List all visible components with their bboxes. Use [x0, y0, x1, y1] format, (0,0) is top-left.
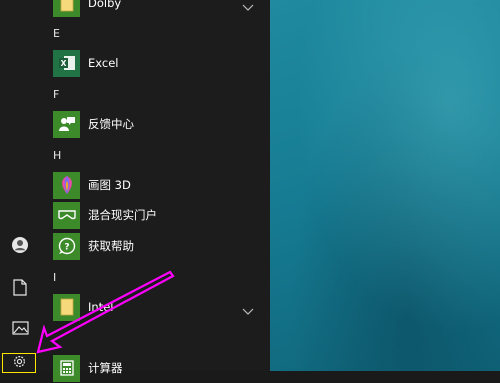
app-label: 混合现实门户	[88, 208, 157, 222]
folder-icon	[53, 293, 80, 321]
app-item-feedback-hub[interactable]: 反馈中心	[40, 109, 268, 139]
documents-button[interactable]	[6, 275, 34, 303]
excel-icon: X	[53, 49, 80, 77]
app-label: 计算器	[88, 361, 123, 375]
svg-text:?: ?	[64, 243, 69, 253]
app-list: Dolby E X Excel F 反馈中心 H 画图 3D 混合现实门户 ? …	[40, 0, 270, 382]
app-label: 画图 3D	[88, 178, 131, 192]
letter-header-f[interactable]: F	[53, 88, 59, 102]
documents-icon	[13, 278, 27, 300]
get-help-icon: ?	[53, 232, 80, 260]
app-label: 反馈中心	[88, 117, 134, 131]
pictures-button[interactable]	[6, 315, 34, 343]
calculator-icon	[53, 354, 80, 382]
start-menu: Dolby E X Excel F 反馈中心 H 画图 3D 混合现实门户 ? …	[0, 0, 270, 382]
app-label: Excel	[88, 56, 119, 70]
app-item-paint-3d[interactable]: 画图 3D	[40, 170, 268, 200]
chevron-down-icon[interactable]	[242, 0, 254, 11]
feedback-hub-icon	[53, 110, 80, 138]
settings-icon	[12, 354, 27, 373]
settings-button[interactable]	[2, 353, 36, 373]
app-item-get-help[interactable]: ? 获取帮助	[40, 231, 268, 261]
app-item-excel[interactable]: X Excel	[40, 48, 268, 78]
letter-header-h[interactable]: H	[53, 149, 61, 163]
chevron-down-icon[interactable]	[242, 302, 254, 315]
app-label: Dolby	[88, 0, 122, 10]
paint-3d-icon	[53, 171, 80, 199]
start-rail	[0, 0, 40, 373]
letter-header-i[interactable]: I	[53, 271, 56, 285]
user-account-button[interactable]	[6, 233, 34, 261]
pictures-icon	[11, 320, 29, 339]
app-item-calculator[interactable]: 计算器	[40, 353, 268, 383]
app-item-intel[interactable]: Intel	[40, 292, 268, 322]
letter-header-e[interactable]: E	[53, 27, 60, 41]
user-icon	[11, 236, 29, 258]
app-item-mixed-reality-portal[interactable]: 混合现实门户	[40, 200, 268, 230]
svg-text:X: X	[60, 59, 66, 68]
desktop-wallpaper	[270, 0, 500, 371]
app-label: Intel	[88, 300, 114, 314]
app-label: 获取帮助	[88, 239, 134, 253]
folder-icon	[53, 0, 80, 17]
app-item-dolby[interactable]: Dolby	[40, 0, 268, 18]
mixed-reality-icon	[53, 201, 80, 229]
